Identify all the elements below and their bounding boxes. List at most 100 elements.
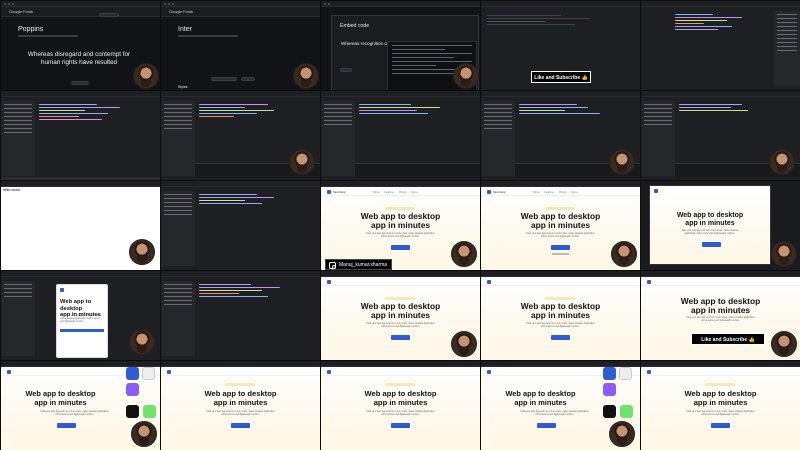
code-lines <box>675 14 770 82</box>
app-logo-icon <box>126 367 139 380</box>
file-explorer[interactable] <box>1 281 35 356</box>
site-logo-icon[interactable] <box>487 370 491 374</box>
style-select[interactable] <box>71 81 89 85</box>
file-explorer[interactable] <box>1 101 35 176</box>
thumb-landing-page[interactable]: Tauri App Home Features Pricing Docs Web… <box>481 181 640 270</box>
site-logo-icon[interactable] <box>327 370 331 374</box>
browser-chrome <box>641 271 800 277</box>
thumb-landing-window[interactable]: Web app to desktop app in minutes Take yo… <box>641 181 800 270</box>
browser-chrome <box>321 271 480 277</box>
site-logo-icon[interactable] <box>487 190 491 194</box>
hero-description: Take your web app and turn it into a fas… <box>526 323 595 328</box>
file-explorer[interactable] <box>774 11 800 86</box>
file-explorer[interactable] <box>161 191 195 266</box>
site-logo-icon[interactable] <box>60 288 64 292</box>
browser-chrome <box>481 181 640 187</box>
site-logo-icon[interactable] <box>647 370 651 374</box>
hero-cta-button[interactable] <box>60 329 104 332</box>
thumb-landing-page[interactable]: Tauri App Home Features Pricing Docs Web… <box>321 181 480 270</box>
thumb-code-editor[interactable] <box>1 91 160 180</box>
editor-titlebar <box>481 91 640 97</box>
file-explorer[interactable] <box>161 101 195 176</box>
hero-cta-button[interactable] <box>391 423 410 428</box>
thumb-code-editor-like[interactable]: Like and Subscribe 👍 <box>481 1 640 90</box>
hero-headline: Web app to desktop app in minutes <box>520 301 601 320</box>
file-explorer[interactable] <box>321 101 355 176</box>
like-subscribe-badge: Like and Subscribe 👍 <box>531 71 591 83</box>
terminal-panel[interactable] <box>355 163 480 177</box>
hero-cta-button[interactable] <box>537 423 556 428</box>
file-explorer[interactable] <box>161 281 195 356</box>
browser-chrome <box>321 1 480 7</box>
site-logo-icon[interactable] <box>654 189 658 193</box>
thumb-landing-page[interactable]: Web app to desktop app in minutes Take yo… <box>641 271 800 360</box>
video-contact-sheet: Google Fonts Poppins Whereas disregard a… <box>1 1 800 450</box>
thumb-code-editor[interactable] <box>641 1 800 90</box>
style-select[interactable] <box>211 77 237 81</box>
thumb-landing-page[interactable]: Web app to desktop app in minutes Take yo… <box>641 361 800 450</box>
thumb-landing-page[interactable]: Web app to desktop app in minutes Take yo… <box>481 271 640 360</box>
browser-chrome <box>321 361 480 367</box>
hero-cta-button[interactable] <box>57 423 76 428</box>
presenter-avatar <box>451 331 477 357</box>
hero-cta-button[interactable] <box>551 335 570 340</box>
thumb-mobile-preview[interactable]: Web app to desktop app in minutes Take yo… <box>1 271 160 360</box>
browser-chrome <box>481 271 640 277</box>
hero-secondary-link[interactable] <box>552 253 569 255</box>
get-font-button[interactable] <box>99 13 119 17</box>
presenter-avatar <box>129 239 155 265</box>
editor-titlebar <box>161 91 320 97</box>
thumb-poppins-font[interactable]: Google Fonts Poppins Whereas disregard a… <box>1 1 160 90</box>
site-logo-icon[interactable] <box>327 280 331 284</box>
site-logo-icon[interactable] <box>647 280 651 284</box>
thumb-code-editor[interactable] <box>321 91 480 180</box>
editor-titlebar <box>161 271 320 277</box>
thumb-landing-with-icons[interactable]: Web app to desktop app in minutes Take yo… <box>1 361 160 450</box>
hero-cta-button[interactable] <box>551 245 570 250</box>
presenter-avatar <box>289 149 315 175</box>
site-logo-icon[interactable] <box>487 280 491 284</box>
size-select[interactable] <box>241 77 255 81</box>
thumb-landing-with-icons[interactable]: Web app to desktop app in minutes Take yo… <box>481 361 640 450</box>
thumb-blank-document[interactable]: hello world <box>1 181 160 270</box>
thumb-code-editor[interactable] <box>161 181 320 270</box>
hero-description: Take your web app and turn it into a fas… <box>686 411 755 416</box>
hero-cta-button[interactable] <box>702 242 721 247</box>
presenter-avatar <box>133 63 159 89</box>
copy-code-button[interactable] <box>340 68 352 72</box>
hero-headline: Web app to desktop app in minutes <box>505 389 576 407</box>
plus-icon <box>143 405 156 418</box>
hero-cta-button[interactable] <box>391 245 410 250</box>
thumb-inter-font[interactable]: Google Fonts Inter Styles <box>161 1 320 90</box>
thumb-landing-page[interactable]: Web app to desktop app in minutes Take yo… <box>161 361 320 450</box>
thumb-code-editor[interactable] <box>161 271 320 360</box>
site-navbar <box>481 368 640 376</box>
styles-heading: Styles <box>178 85 188 89</box>
thumb-code-editor[interactable] <box>641 91 800 180</box>
presenter-avatar <box>771 241 797 267</box>
file-explorer[interactable] <box>641 101 675 176</box>
browser-chrome <box>161 361 320 367</box>
browser-chrome <box>481 361 640 367</box>
hero-badge <box>385 207 415 210</box>
hero-cta-button[interactable] <box>711 423 730 428</box>
presenter-avatar <box>769 149 795 175</box>
thumb-code-editor[interactable] <box>161 91 320 180</box>
thumb-landing-page[interactable]: Web app to desktop app in minutes Take yo… <box>321 271 480 360</box>
thumb-embed-code[interactable]: Embed code Whereas recognition o <box>321 1 480 90</box>
site-nav-links[interactable]: Home Features Pricing Docs <box>373 191 417 194</box>
hero-description: Take your web app and turn it into a fas… <box>520 411 589 416</box>
site-logo-icon[interactable] <box>327 190 331 194</box>
thumb-code-editor[interactable] <box>481 91 640 180</box>
site-nav-links[interactable]: Home Features Pricing Docs <box>533 191 577 194</box>
site-navbar <box>321 278 480 286</box>
thumb-landing-page[interactable]: Web app to desktop app in minutes Take yo… <box>321 361 480 450</box>
hero-cta-button[interactable] <box>231 423 250 428</box>
site-logo-icon[interactable] <box>167 370 171 374</box>
site-brand: Tauri App <box>493 190 506 194</box>
presenter-avatar <box>129 329 155 355</box>
hero-cta-button[interactable] <box>391 335 410 340</box>
site-logo-icon[interactable] <box>7 370 11 374</box>
file-explorer[interactable] <box>481 101 515 176</box>
hero-badge <box>545 297 575 300</box>
